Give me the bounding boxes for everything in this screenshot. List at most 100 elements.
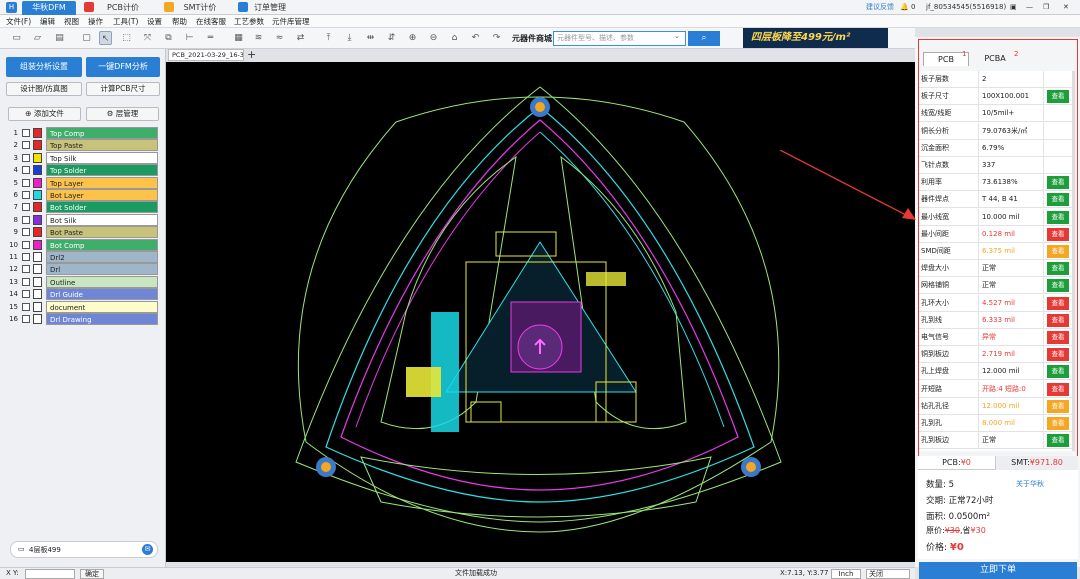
search-button[interactable]: ⌕	[688, 31, 720, 46]
save-icon[interactable]: ▭	[10, 31, 23, 45]
layers-icon[interactable]: ≋	[252, 31, 265, 45]
print-icon[interactable]: ▤	[53, 31, 66, 45]
app-tab-smt-price[interactable]: SMT计价	[176, 1, 224, 15]
app-tab-pcb-price[interactable]: PCB计价	[98, 1, 148, 15]
layer-row[interactable]: 5 Top Layer	[8, 176, 160, 189]
flip-h-icon[interactable]: ⇹	[364, 31, 377, 45]
view-button[interactable]: 查看	[1047, 348, 1069, 362]
layer-row[interactable]: 6 Bot Layer	[8, 189, 160, 201]
layer-row[interactable]: 14 Drl Guide	[8, 288, 160, 301]
layer-checkbox[interactable]	[22, 240, 30, 249]
menu-help[interactable]: 帮助	[172, 15, 187, 28]
layer-row[interactable]: 8 Bot Silk	[8, 213, 160, 226]
view-button[interactable]: 查看	[1047, 399, 1069, 413]
chat-input[interactable]: ▭ 4层板499 ✉	[10, 541, 158, 558]
layer-checkbox[interactable]	[22, 129, 30, 137]
copy-icon[interactable]: ⧉	[162, 31, 175, 45]
view-button[interactable]: 查看	[1047, 90, 1069, 104]
add-file-button[interactable]: ⊕ 添加文件	[8, 107, 81, 121]
menu-tools[interactable]: 工具(T)	[113, 15, 138, 28]
layer-checkbox[interactable]	[22, 277, 30, 286]
promo-banner[interactable]: 四层板降至499元/m²	[743, 28, 888, 48]
layer-row[interactable]: 15 document	[8, 300, 160, 313]
layer-color-swatch[interactable]	[33, 239, 42, 250]
layer-color-swatch[interactable]	[33, 289, 42, 300]
view-button[interactable]: 查看	[1047, 313, 1069, 327]
menu-view[interactable]: 视图	[64, 15, 79, 28]
view-button[interactable]: 查看	[1047, 365, 1069, 379]
layer-row[interactable]: 13 Outline	[8, 275, 160, 288]
layer-color-swatch[interactable]	[33, 140, 42, 151]
measure-icon[interactable]: ⊢	[183, 31, 196, 45]
view-button[interactable]: 查看	[1047, 210, 1069, 224]
menu-library[interactable]: 元件库管理	[272, 15, 310, 28]
layer-row[interactable]: 10 Bot Comp	[8, 238, 160, 251]
compare-icon[interactable]: ⇄	[294, 31, 307, 45]
view-button[interactable]: 查看	[1047, 245, 1069, 258]
layer-color-swatch[interactable]	[33, 227, 42, 238]
menu-operate[interactable]: 操作	[88, 15, 103, 28]
move-icon[interactable]: ⤧	[141, 31, 154, 45]
layer-row[interactable]: 3 Top Silk	[8, 151, 160, 164]
layer-row[interactable]: 12 Drl	[8, 263, 160, 276]
layer-color-swatch[interactable]	[33, 252, 42, 262]
design-sim-button[interactable]: 设计图/仿真图	[6, 82, 82, 96]
xy-input[interactable]	[25, 569, 75, 579]
search-input[interactable]: 元器件型号、描述、参数	[553, 31, 686, 46]
view-button[interactable]: 查看	[1047, 193, 1069, 207]
view-button[interactable]: 查看	[1047, 227, 1069, 241]
redo-icon[interactable]: ↷	[490, 31, 503, 45]
wave-icon[interactable]: ≈	[273, 31, 286, 45]
layer-checkbox[interactable]	[22, 290, 30, 299]
view-button[interactable]: 查看	[1047, 279, 1069, 293]
layer-color-swatch[interactable]	[33, 202, 42, 213]
layer-checkbox[interactable]	[22, 215, 30, 224]
price-tab-smt[interactable]: SMT:¥971.80	[996, 456, 1078, 470]
layer-row[interactable]: 11 Drl2	[8, 251, 160, 263]
minimize-icon[interactable]: —	[1026, 2, 1033, 13]
layer-manage-button[interactable]: ⚙ 层管理	[86, 107, 159, 121]
layer-color-swatch[interactable]	[33, 301, 42, 312]
layer-color-swatch[interactable]	[33, 314, 42, 324]
zoom-out-icon[interactable]: ⊖	[427, 31, 440, 45]
layer-checkbox[interactable]	[22, 178, 30, 187]
home-icon[interactable]: ⌂	[448, 31, 461, 45]
restore-icon[interactable]: ❐	[1043, 2, 1049, 13]
layer-color-swatch[interactable]	[33, 165, 42, 176]
send-icon[interactable]: ✉	[142, 544, 153, 555]
document-tab[interactable]: PCB_2021-03-29_16-3...	[168, 49, 244, 61]
layer-color-swatch[interactable]	[33, 128, 42, 138]
ruler-icon[interactable]: ═	[204, 31, 217, 45]
feedback-link[interactable]: 建议反馈	[866, 2, 894, 13]
layer-checkbox[interactable]	[22, 153, 30, 162]
arrow-down-icon[interactable]: ⤓	[343, 31, 356, 45]
view-button[interactable]: 查看	[1047, 417, 1069, 430]
frame-icon[interactable]: ▢	[80, 31, 93, 45]
close-icon[interactable]: ✕	[1063, 2, 1069, 13]
view-button[interactable]: 查看	[1047, 176, 1069, 190]
app-tab-orders[interactable]: 订单管理	[250, 1, 290, 15]
layer-color-swatch[interactable]	[33, 214, 42, 225]
menu-support[interactable]: 在线客服	[196, 15, 226, 28]
layer-row[interactable]: 4 Top Solder	[8, 164, 160, 177]
menu-edit[interactable]: 编辑	[40, 15, 55, 28]
open-folder-icon[interactable]: ▱	[31, 31, 44, 45]
layer-color-swatch[interactable]	[33, 152, 42, 163]
layer-checkbox[interactable]	[22, 166, 30, 175]
price-tab-pcb[interactable]: PCB:¥0	[918, 456, 996, 470]
one-click-dfm-button[interactable]: 一键DFM分析	[86, 57, 160, 77]
layer-checkbox[interactable]	[22, 203, 30, 212]
layer-row[interactable]: 9 Bot Paste	[8, 226, 160, 239]
layer-checkbox[interactable]	[22, 141, 30, 150]
bell-icon[interactable]: 🔔	[900, 2, 909, 13]
assembly-settings-button[interactable]: 组装分析设置	[6, 57, 82, 77]
menu-file[interactable]: 文件(F)	[6, 15, 31, 28]
view-button[interactable]: 查看	[1047, 296, 1069, 310]
layer-color-swatch[interactable]	[33, 276, 42, 287]
calc-pcb-size-button[interactable]: 计算PCB尺寸	[86, 82, 160, 96]
layer-color-swatch[interactable]	[33, 190, 42, 200]
layer-row[interactable]: 1 Top Comp	[8, 127, 160, 139]
table-scrollbar[interactable]	[1072, 71, 1075, 451]
layer-color-swatch[interactable]	[33, 264, 42, 275]
undo-icon[interactable]: ↶	[469, 31, 482, 45]
